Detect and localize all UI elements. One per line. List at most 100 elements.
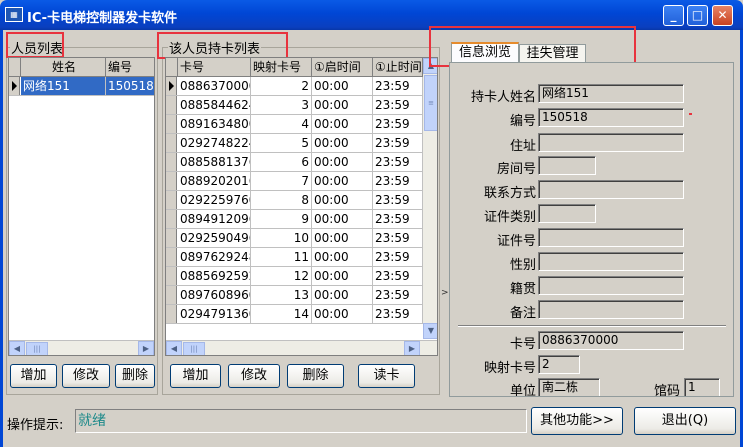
map-card-cell[interactable]: 13 [251,286,312,304]
map-card-cell[interactable]: 5 [251,134,312,152]
end-time-cell[interactable]: 23:59 [373,229,423,247]
card-number-cell[interactable]: 0885844624 [178,96,251,114]
map-card-cell[interactable]: 8 [251,191,312,209]
start-time-cell[interactable]: 00:00 [312,191,373,209]
map-card-cell[interactable]: 14 [251,305,312,323]
remark-field[interactable] [538,300,684,319]
map-card-cell[interactable]: 12 [251,267,312,285]
card-number-cell[interactable]: 0885881376 [178,153,251,171]
end-time-cell[interactable]: 23:59 [373,96,423,114]
end-time-cell[interactable]: 23:59 [373,153,423,171]
start-time-cell[interactable]: 00:00 [312,210,373,228]
end-time-cell[interactable]: 23:59 [373,191,423,209]
card-number-cell[interactable]: 0897608960 [178,286,251,304]
add-card-button[interactable]: 增加 [170,364,221,388]
person-grid-hscroll[interactable]: ◀ ||| ▶ [9,340,154,355]
table-row[interactable]: 0292590496 10 00:00 23:59 [166,229,423,248]
card-number-cell[interactable]: 0292748224 [178,134,251,152]
chevron-right-icon[interactable]: > [441,288,449,298]
holder-name-field[interactable]: 网络151 [538,84,684,103]
table-row[interactable]: 0894912096 9 00:00 23:59 [166,210,423,229]
card-grid-hscroll[interactable]: ◀ ||| ▶ [166,340,437,355]
card-number-cell[interactable]: 0292259760 [178,191,251,209]
end-time-cell[interactable]: 23:59 [373,77,423,95]
map-card-cell[interactable]: 7 [251,172,312,190]
panel-splitter[interactable]: > [440,30,449,402]
table-row[interactable]: 0889202016 7 00:00 23:59 [166,172,423,191]
card-grid[interactable]: 卡号 映射卡号 ①启时间 ①止时间 0886370000 2 00:00 23:59 0… [165,57,438,356]
edit-card-button[interactable]: 修改 [228,364,280,388]
end-time-cell[interactable]: 23:59 [373,172,423,190]
scroll-down-icon[interactable]: ▼ [423,323,437,339]
tab-info-browse[interactable]: 信息浏览 [451,42,519,63]
table-row[interactable]: 0292259760 8 00:00 23:59 [166,191,423,210]
column-header-map[interactable]: 映射卡号 [251,58,312,77]
delete-person-button[interactable]: 删除 [115,364,155,388]
table-row[interactable]: 0891634800 4 00:00 23:59 [166,115,423,134]
start-time-cell[interactable]: 00:00 [312,115,373,133]
column-header-start[interactable]: ①启时间 [312,58,373,77]
close-button[interactable]: ✕ [712,5,733,26]
end-time-cell[interactable]: 23:59 [373,134,423,152]
scroll-left-icon[interactable]: ◀ [9,341,25,355]
start-time-cell[interactable]: 00:00 [312,248,373,266]
start-time-cell[interactable]: 00:00 [312,229,373,247]
start-time-cell[interactable]: 00:00 [312,172,373,190]
gender-field[interactable] [538,252,684,271]
map-card-cell[interactable]: 3 [251,96,312,114]
scroll-thumb[interactable]: ||| [26,342,48,355]
scroll-thumb[interactable]: ||| [183,342,205,355]
number-field[interactable]: 150518 [538,108,684,127]
person-grid[interactable]: 姓名 编号 网络151 150518 ◀ ||| ▶ [8,57,155,356]
scroll-left-icon[interactable]: ◀ [166,341,182,355]
card-number-cell[interactable]: 0894912096 [178,210,251,228]
table-row[interactable]: 网络151 150518 [9,77,154,96]
start-time-cell[interactable]: 00:00 [312,96,373,114]
room-field[interactable] [538,156,596,175]
start-time-cell[interactable]: 00:00 [312,305,373,323]
map-card-cell[interactable]: 11 [251,248,312,266]
table-row[interactable]: 0886370000 2 00:00 23:59 [166,77,423,96]
scroll-right-icon[interactable]: ▶ [404,341,420,355]
id-number-field[interactable] [538,228,684,247]
card-number-cell[interactable]: 0891634800 [178,115,251,133]
start-time-cell[interactable]: 00:00 [312,134,373,152]
minimize-button[interactable]: _ [663,5,684,26]
end-time-cell[interactable]: 23:59 [373,248,423,266]
table-row[interactable]: 0885692592 12 00:00 23:59 [166,267,423,286]
card-number-cell[interactable]: 0885692592 [178,267,251,285]
start-time-cell[interactable]: 00:00 [312,267,373,285]
end-time-cell[interactable]: 23:59 [373,115,423,133]
column-header-id[interactable]: 编号 [106,58,154,77]
id-type-field[interactable] [538,204,596,223]
tab-loss-management[interactable]: 挂失管理 [519,44,586,63]
address-field[interactable] [538,133,684,152]
card-number-cell[interactable]: 0897629248 [178,248,251,266]
delete-card-button[interactable]: 删除 [287,364,344,388]
scroll-up-icon[interactable]: ▲ [423,58,437,74]
start-time-cell[interactable]: 00:00 [312,286,373,304]
edit-person-button[interactable]: 修改 [62,364,110,388]
scroll-thumb[interactable]: ≡ [424,75,437,131]
map-card-cell[interactable]: 9 [251,210,312,228]
card-grid-vscroll[interactable]: ▲ ≡ ▼ [423,58,437,339]
other-functions-button[interactable]: 其他功能>> [531,407,623,435]
card-number-cell[interactable]: 0889202016 [178,172,251,190]
card-number-cell[interactable]: 0886370000 [178,77,251,95]
table-row[interactable]: 0294791360 14 00:00 23:59 [166,305,423,324]
card-number-cell[interactable]: 0292590496 [178,229,251,247]
table-row[interactable]: 0885844624 3 00:00 23:59 [166,96,423,115]
table-row[interactable]: 0292748224 5 00:00 23:59 [166,134,423,153]
column-header-end[interactable]: ①止时间 [373,58,423,77]
unit-field[interactable]: 南二栋 [538,378,600,396]
start-time-cell[interactable]: 00:00 [312,77,373,95]
person-id-cell[interactable]: 150518 [106,77,154,95]
table-row[interactable]: 0897608960 13 00:00 23:59 [166,286,423,305]
map-card-cell[interactable]: 2 [251,77,312,95]
read-card-button[interactable]: 读卡 [358,364,415,388]
column-header-card[interactable]: 卡号 [178,58,251,77]
map-card-cell[interactable]: 10 [251,229,312,247]
person-name-cell[interactable]: 网络151 [21,77,106,95]
add-person-button[interactable]: 增加 [10,364,57,388]
start-time-cell[interactable]: 00:00 [312,153,373,171]
